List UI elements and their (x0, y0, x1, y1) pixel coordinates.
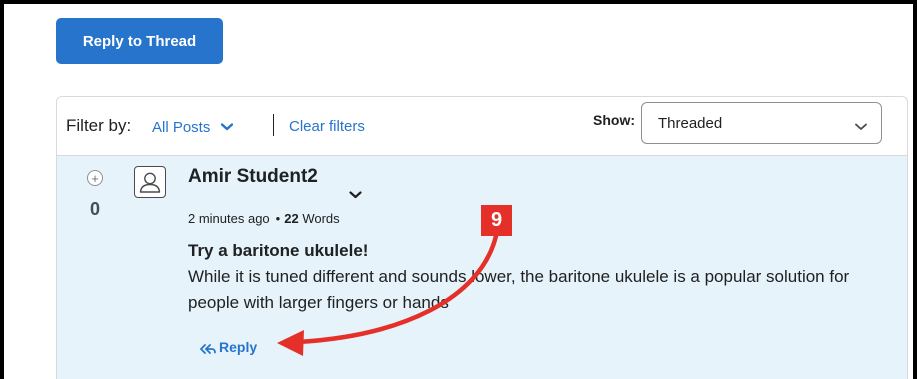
chevron-down-icon (220, 118, 233, 135)
word-count: 22 (284, 211, 299, 226)
chevron-down-icon[interactable] (349, 186, 362, 204)
discussion-post: + 0 Amir Student2 2 minutes ago • 22 Words… (57, 156, 907, 379)
post-meta: 2 minutes ago • 22 Words (188, 211, 340, 226)
word-count-label: Words (302, 211, 340, 226)
reply-icon (200, 344, 216, 354)
discussion-panel: Filter by: All Posts Clear filters Show:… (56, 96, 908, 379)
post-time: 2 minutes ago (188, 211, 270, 226)
show-select[interactable]: Threaded (641, 102, 882, 144)
author-name[interactable]: Amir Student2 (188, 166, 318, 188)
filter-by-label: Filter by: (66, 116, 132, 135)
show-select-value: Threaded (658, 115, 723, 132)
upvote-button[interactable]: + (87, 170, 103, 186)
user-avatar-icon (139, 172, 161, 193)
show-label: Show: (593, 112, 635, 128)
all-posts-dropdown[interactable]: All Posts (152, 118, 233, 136)
chevron-down-icon (855, 118, 867, 136)
clear-filters-link[interactable]: Clear filters (289, 118, 365, 135)
reply-to-thread-button[interactable]: Reply to Thread (56, 18, 223, 64)
plus-icon: + (91, 170, 99, 186)
post-title: Try a baritone ukulele! (188, 241, 369, 260)
all-posts-label: All Posts (152, 119, 211, 136)
post-body: While it is tuned different and sounds l… (188, 267, 850, 312)
filter-separator (273, 114, 274, 136)
reply-label: Reply (219, 339, 258, 355)
reply-button[interactable]: Reply (200, 339, 257, 355)
step-badge: 9 (481, 205, 512, 236)
vote-count: 0 (90, 199, 101, 219)
filter-bar: Filter by: All Posts Clear filters Show:… (57, 97, 907, 156)
avatar (134, 166, 166, 198)
